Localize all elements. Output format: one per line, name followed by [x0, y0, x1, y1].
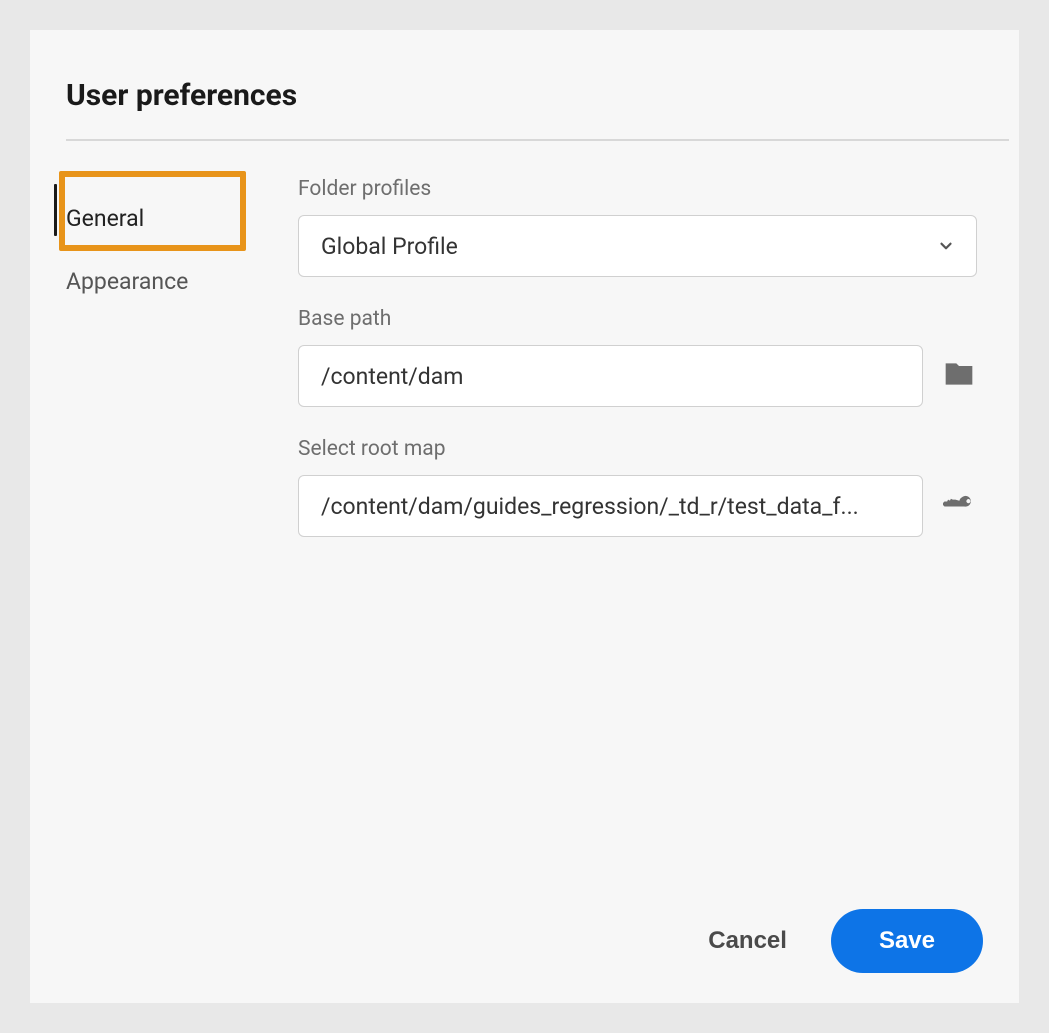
sidebar-item-label: General [66, 205, 144, 232]
key-icon [943, 488, 975, 524]
root-map-group: Select root map /content/dam/guides_regr… [298, 437, 977, 537]
active-tab-indicator [54, 184, 57, 236]
user-preferences-dialog: User preferences General Appearance Fold… [30, 30, 1019, 1003]
base-path-input[interactable]: /content/dam [298, 345, 923, 407]
base-path-label: Base path [298, 307, 977, 331]
folder-profiles-label: Folder profiles [298, 177, 977, 201]
sidebar: General Appearance [40, 177, 250, 909]
dialog-footer: Cancel Save [40, 909, 989, 973]
folder-profiles-select-wrap: Global Profile [298, 215, 977, 277]
base-path-value: /content/dam [321, 363, 463, 390]
root-map-label: Select root map [298, 437, 977, 461]
dialog-content: General Appearance Folder profiles Globa… [40, 177, 989, 909]
root-map-value: /content/dam/guides_regression/_td_r/tes… [321, 493, 859, 520]
base-path-row: /content/dam [298, 345, 977, 407]
root-map-input[interactable]: /content/dam/guides_regression/_td_r/tes… [298, 475, 923, 537]
main-panel: Folder profiles Global Profile Base path [250, 177, 989, 909]
sidebar-item-appearance[interactable]: Appearance [66, 250, 250, 313]
cancel-button[interactable]: Cancel [698, 913, 797, 969]
dialog-title: User preferences [66, 78, 989, 113]
root-map-key-button[interactable] [941, 488, 977, 524]
folder-profiles-select[interactable]: Global Profile [298, 215, 977, 277]
folder-profiles-value: Global Profile [321, 233, 458, 260]
save-button[interactable]: Save [831, 909, 983, 973]
sidebar-item-general[interactable]: General [66, 187, 250, 250]
base-path-group: Base path /content/dam [298, 307, 977, 407]
folder-icon [943, 358, 975, 394]
folder-profiles-group: Folder profiles Global Profile [298, 177, 977, 277]
browse-folder-button[interactable] [941, 358, 977, 394]
root-map-row: /content/dam/guides_regression/_td_r/tes… [298, 475, 977, 537]
divider [66, 139, 1009, 141]
sidebar-item-label: Appearance [66, 268, 188, 295]
